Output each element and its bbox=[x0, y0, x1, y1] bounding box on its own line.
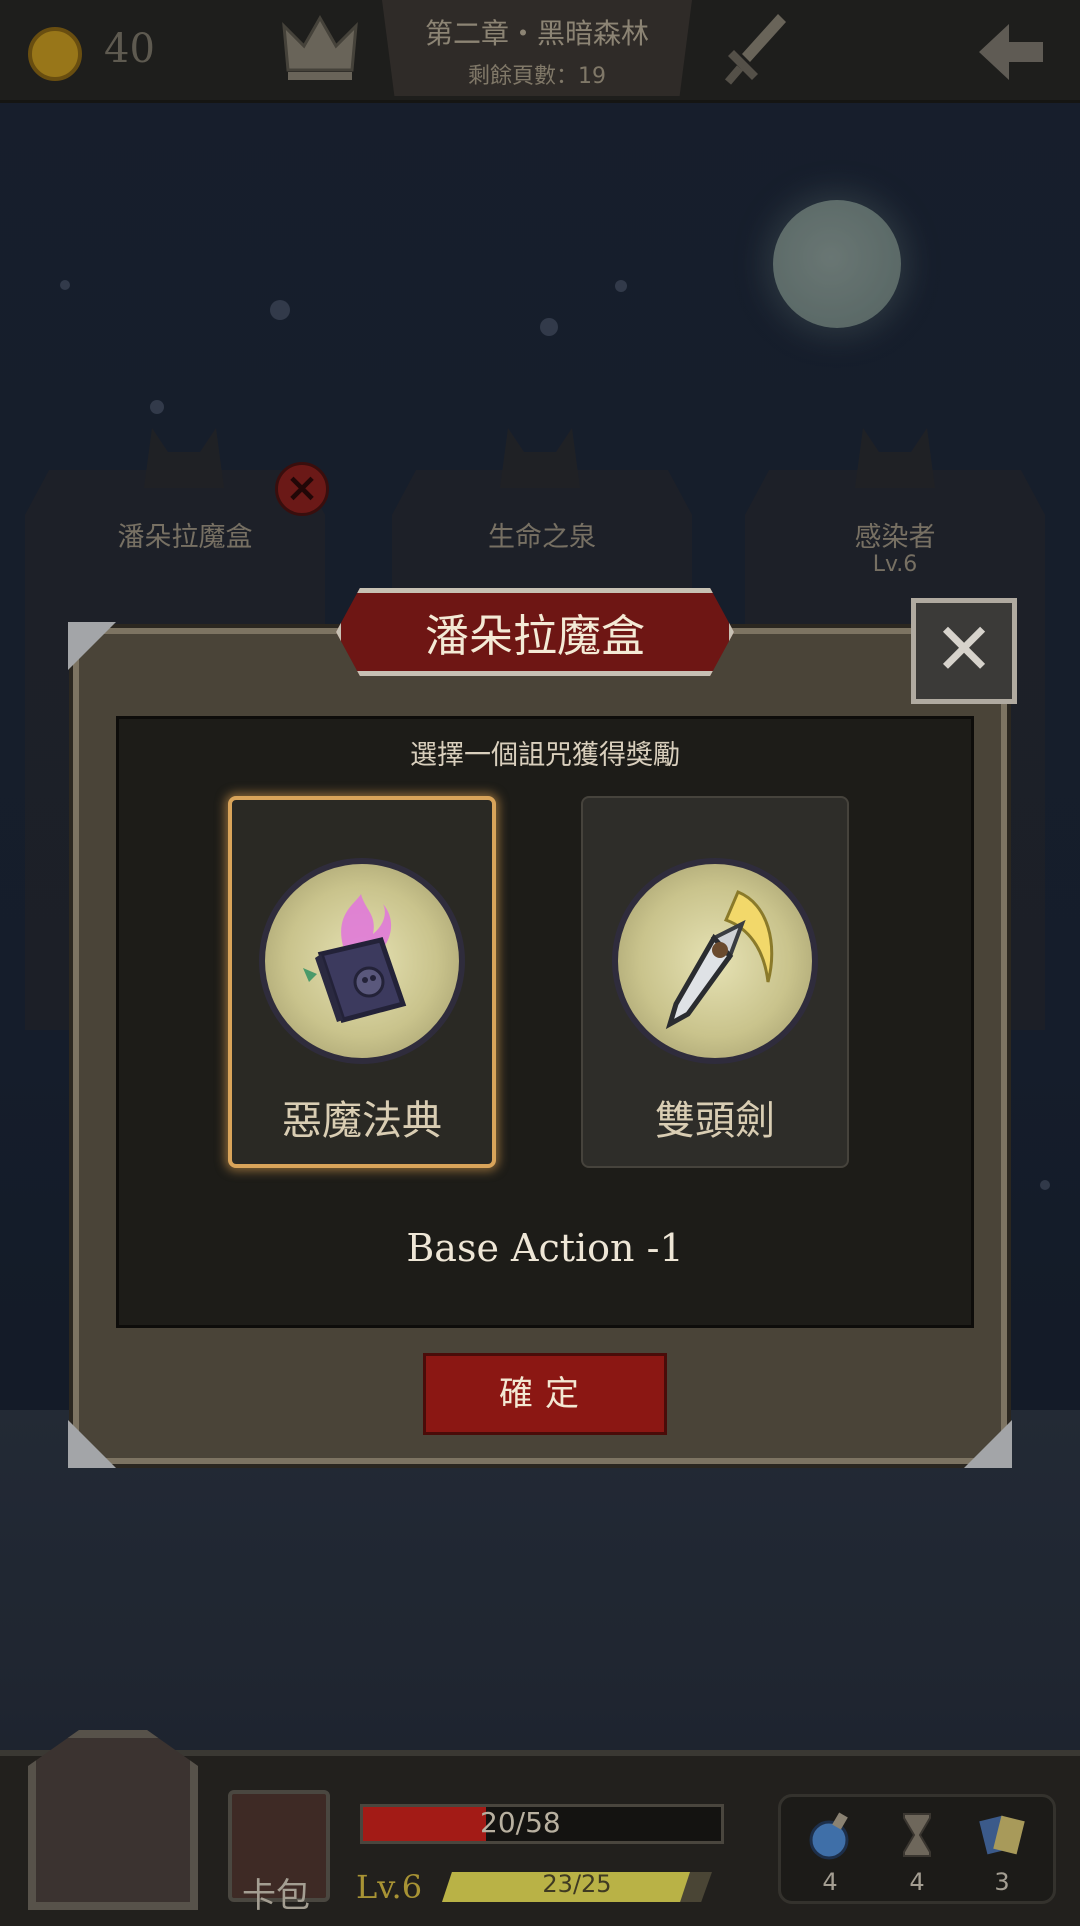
double-blade-icon bbox=[612, 858, 818, 1064]
item-count: 4 bbox=[822, 1868, 838, 1896]
effect-description: Base Action -1 bbox=[406, 1226, 684, 1270]
item-count: 3 bbox=[994, 1868, 1010, 1896]
demon-tome-icon bbox=[259, 858, 465, 1064]
xp-text: 23/25 bbox=[542, 1870, 612, 1898]
hero-avatar[interactable] bbox=[28, 1730, 198, 1910]
close-button[interactable]: ✕ bbox=[911, 598, 1017, 704]
potion-icon[interactable] bbox=[805, 1810, 855, 1860]
dialog-subtitle: 選擇一個詛咒獲得獎勵 bbox=[410, 740, 680, 771]
curse-option-label: 惡魔法典 bbox=[282, 1098, 442, 1144]
curse-option-label: 雙頭劍 bbox=[655, 1098, 775, 1144]
dialog-title: 潘朵拉魔盒 bbox=[425, 611, 645, 662]
player-level: Lv.6 bbox=[356, 1868, 423, 1906]
deck-label: 卡包 bbox=[242, 1876, 310, 1916]
confirm-button[interactable]: 確定 bbox=[423, 1353, 667, 1435]
cards-icon[interactable] bbox=[977, 1810, 1027, 1860]
hourglass-icon[interactable] bbox=[892, 1810, 942, 1860]
item-count: 4 bbox=[909, 1868, 925, 1896]
hp-bar-fill bbox=[363, 1807, 486, 1841]
hp-text: 20/58 bbox=[480, 1806, 561, 1839]
